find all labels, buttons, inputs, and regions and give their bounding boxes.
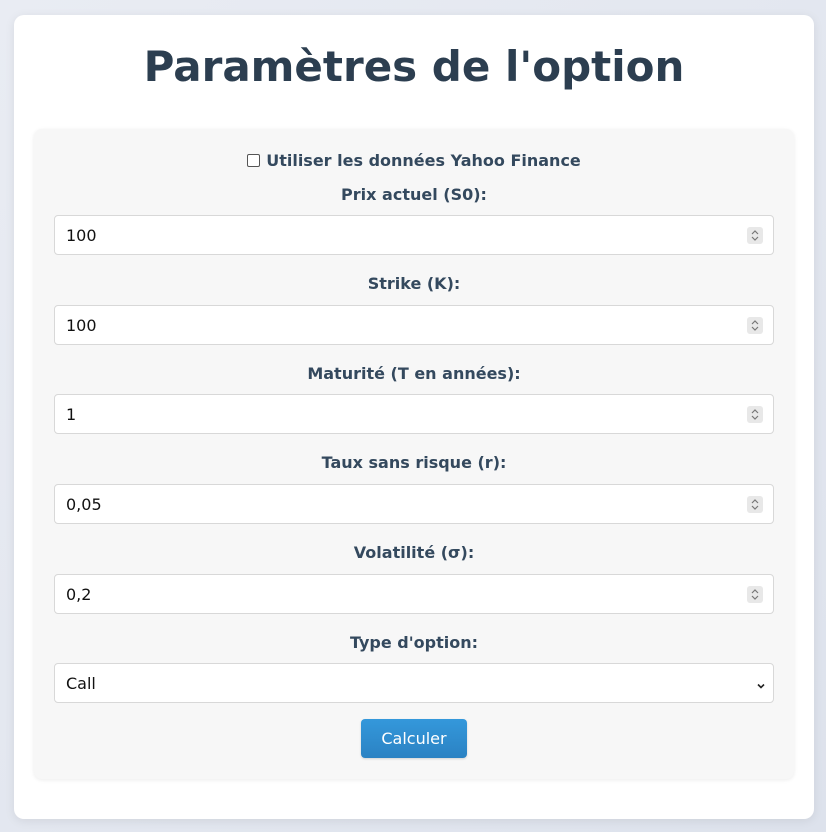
volatility-label: Volatilité (σ): <box>353 543 475 562</box>
maturity-input[interactable]: 1 <box>54 394 774 434</box>
spinner-icon[interactable] <box>747 496 763 513</box>
strike-label: Strike (K): <box>367 274 461 293</box>
volatility-value: 0,2 <box>66 585 92 604</box>
spinner-icon[interactable] <box>747 586 763 603</box>
risk-free-rate-label: Taux sans risque (r): <box>321 453 507 472</box>
volatility-input[interactable]: 0,2 <box>54 574 774 614</box>
yahoo-finance-option[interactable]: Utiliser les données Yahoo Finance <box>34 151 794 171</box>
chevron-down-icon <box>755 677 767 689</box>
strike-input[interactable]: 100 <box>54 305 774 345</box>
yahoo-finance-label: Utiliser les données Yahoo Finance <box>266 151 581 170</box>
yahoo-finance-checkbox[interactable] <box>247 154 261 167</box>
page-title: Paramètres de l'option <box>143 42 685 91</box>
spot-price-value: 100 <box>66 226 97 245</box>
option-type-select[interactable]: Call <box>54 663 774 703</box>
strike-value: 100 <box>66 316 97 335</box>
risk-free-rate-value: 0,05 <box>66 495 102 514</box>
spot-price-input[interactable]: 100 <box>54 215 774 255</box>
option-type-label: Type d'option: <box>349 633 479 652</box>
parameters-card: Paramètres de l'option Utiliser les donn… <box>14 15 814 819</box>
maturity-label: Maturité (T en années): <box>307 364 521 383</box>
spinner-icon[interactable] <box>747 406 763 423</box>
spot-price-label: Prix actuel (S0): <box>341 185 487 204</box>
spinner-icon[interactable] <box>747 317 763 334</box>
maturity-value: 1 <box>66 405 77 424</box>
risk-free-rate-input[interactable]: 0,05 <box>54 484 774 524</box>
spinner-icon[interactable] <box>747 227 763 244</box>
calculate-button[interactable]: Calculer <box>361 719 467 758</box>
option-type-value: Call <box>66 674 96 693</box>
parameters-form: Utiliser les données Yahoo Finance Prix … <box>34 129 794 779</box>
